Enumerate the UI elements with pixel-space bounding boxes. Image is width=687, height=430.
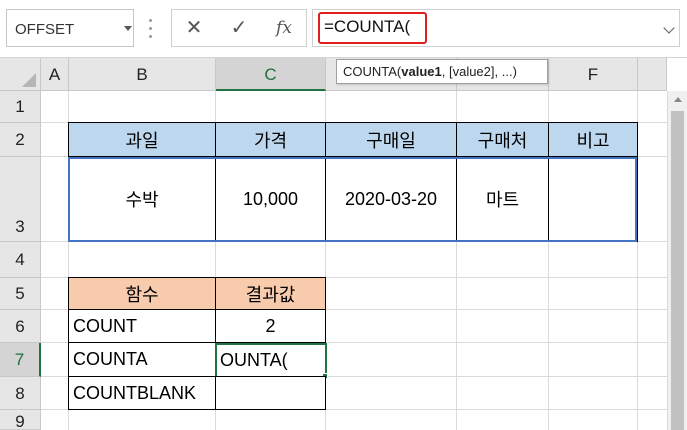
column-header-b[interactable]: B xyxy=(69,58,216,91)
spreadsheet-grid[interactable]: A B C D E F 1 2 3 4 5 6 7 8 9 과일 가격 구매일 … xyxy=(0,58,687,430)
tooltip-func-name: COUNTA( xyxy=(343,64,402,79)
tooltip-args-rest: , [value2], ...) xyxy=(441,64,517,79)
chevron-down-icon[interactable] xyxy=(124,26,132,31)
active-cell-edit-text[interactable]: OUNTA( xyxy=(217,345,325,376)
table-header-cell[interactable]: 구매처 xyxy=(456,122,549,157)
range-highlight xyxy=(68,157,637,242)
row-header-9[interactable]: 9 xyxy=(0,410,41,430)
name-box[interactable]: OFFSET xyxy=(6,9,134,47)
column-header-a[interactable]: A xyxy=(41,58,69,91)
func-name-cell[interactable]: COUNTA xyxy=(68,342,216,377)
func-header-cell[interactable]: 함수 xyxy=(68,277,216,310)
formula-bar: OFFSET ✕ ✓ fx =COUNTA( xyxy=(0,0,687,58)
column-header-g[interactable] xyxy=(638,58,667,91)
row-header-4[interactable]: 4 xyxy=(0,242,41,278)
vertical-scrollbar[interactable] xyxy=(667,91,687,430)
scrollbar-thumb[interactable] xyxy=(671,111,684,430)
formula-buttons: ✕ ✓ fx xyxy=(171,9,307,47)
function-tooltip: COUNTA(value1, [value2], ...) xyxy=(336,59,548,84)
row-header-7[interactable]: 7 xyxy=(0,343,41,377)
row-header-3[interactable]: 3 xyxy=(0,157,41,242)
scroll-up-icon[interactable] xyxy=(674,97,682,102)
table-header-cell[interactable]: 과일 xyxy=(68,122,216,157)
func-name-cell[interactable]: COUNT xyxy=(68,309,216,343)
row-header-6[interactable]: 6 xyxy=(0,310,41,343)
row-header-5[interactable]: 5 xyxy=(0,278,41,310)
check-icon[interactable]: ✓ xyxy=(217,10,261,46)
function-icon[interactable]: fx xyxy=(262,10,306,46)
formula-text: =COUNTA( xyxy=(324,17,411,36)
cancel-icon[interactable]: ✕ xyxy=(172,10,216,46)
column-header-c[interactable]: C xyxy=(216,58,326,91)
select-all-icon xyxy=(22,73,36,87)
grip-dots-icon xyxy=(149,17,152,39)
func-result-cell[interactable]: 2 xyxy=(215,309,326,343)
row-header-2[interactable]: 2 xyxy=(0,123,41,157)
table-header-cell[interactable]: 구매일 xyxy=(325,122,457,157)
table-header-cell[interactable]: 가격 xyxy=(215,122,326,157)
row-header-8[interactable]: 8 xyxy=(0,377,41,410)
tooltip-arg-current[interactable]: value1 xyxy=(401,64,441,79)
func-result-cell[interactable] xyxy=(215,376,326,410)
select-all-corner[interactable] xyxy=(0,58,41,91)
table-header-cell[interactable]: 비고 xyxy=(548,122,638,157)
row-header-1[interactable]: 1 xyxy=(0,91,41,123)
func-header-cell[interactable]: 결과값 xyxy=(215,277,326,310)
func-name-cell[interactable]: COUNTBLANK xyxy=(68,376,216,410)
column-header-f[interactable]: F xyxy=(549,58,638,91)
name-box-value: OFFSET xyxy=(15,21,75,38)
